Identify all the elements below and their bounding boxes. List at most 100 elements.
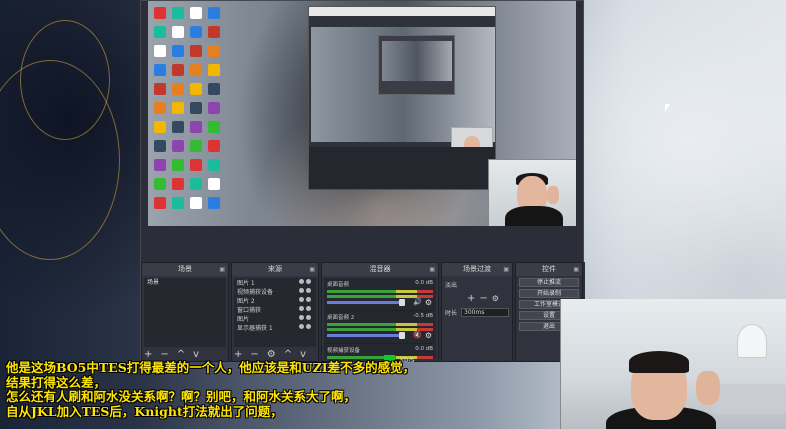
- desktop-app-icon: [208, 102, 220, 114]
- add-icon[interactable]: +: [144, 349, 152, 360]
- speaker-muted-icon[interactable]: 🔇: [413, 331, 422, 339]
- dock-float-icon[interactable]: ▣: [219, 263, 225, 276]
- scene-item[interactable]: 场景: [144, 278, 226, 287]
- lock-icon[interactable]: [306, 279, 311, 284]
- gear-icon[interactable]: ⚙: [425, 331, 432, 340]
- remove-icon[interactable]: −: [479, 293, 487, 304]
- transition-type[interactable]: 淡出: [445, 280, 509, 289]
- source-item[interactable]: 窗口捕获: [234, 305, 316, 314]
- desktop-app-icon: [154, 7, 166, 19]
- dock-float-icon[interactable]: ▣: [429, 263, 435, 276]
- nested-preview-2: [382, 41, 452, 81]
- dock-float-icon[interactable]: ▣: [503, 263, 509, 276]
- speaker-icon[interactable]: 🔊: [413, 298, 422, 306]
- desktop-app-icon: [208, 197, 220, 209]
- down-icon[interactable]: v: [300, 349, 306, 360]
- volume-meter: [327, 356, 433, 359]
- subtitle-line: 怎么还有人刷和阿水没关系啊？啊？别吧，和阿水关系大了啊，: [6, 389, 357, 404]
- desktop-app-icon: [172, 102, 184, 114]
- remove-icon[interactable]: −: [250, 349, 258, 360]
- eye-lock-icons[interactable]: [299, 324, 313, 330]
- subtitles: 他是这场BO5中TES打得最差的一个人，他应该是和UZI差不多的感觉， 结果打得…: [6, 360, 566, 419]
- sources-title: 来源: [268, 265, 282, 273]
- channel-db: 0.0 dB: [415, 280, 433, 286]
- desktop-app-icon: [190, 26, 202, 38]
- eye-lock-icons[interactable]: [299, 297, 313, 303]
- mixer-dock: 混音器 ▣ 桌面音频 0.0 dB 🔊 ⚙ 桌面音频 2 -0.5 dB 🔇 ⚙…: [321, 262, 439, 362]
- up-icon[interactable]: ^: [284, 349, 292, 360]
- lock-icon[interactable]: [306, 315, 311, 320]
- duration-label: 时长: [445, 310, 458, 317]
- lock-icon[interactable]: [306, 306, 311, 311]
- eye-lock-icons[interactable]: [299, 306, 313, 312]
- source-item[interactable]: 图片 2: [234, 296, 316, 305]
- stop-streaming-button[interactable]: 停止推流: [519, 278, 579, 287]
- dock-float-icon[interactable]: ▣: [573, 263, 579, 276]
- mixer-title: 混音器: [369, 265, 391, 273]
- duration-row: 时长 300ms: [445, 308, 509, 317]
- mixer-channel: 桌面音频 0.0 dB 🔊 ⚙: [324, 278, 436, 311]
- desktop-app-icon: [190, 102, 202, 114]
- source-label: 图片 1: [237, 280, 255, 287]
- nested-obs-window: [308, 6, 496, 190]
- eye-lock-icons[interactable]: [299, 288, 313, 294]
- nested-preview: [311, 27, 495, 159]
- eye-icon[interactable]: [299, 279, 304, 284]
- scenes-list: 场景: [144, 278, 226, 347]
- desktop-app-icon: [190, 178, 202, 190]
- mouse-cursor: [665, 104, 670, 112]
- dock-float-icon[interactable]: ▣: [309, 263, 315, 276]
- volume-slider[interactable]: [327, 332, 406, 339]
- desktop-app-icon: [190, 83, 202, 95]
- add-icon[interactable]: +: [467, 293, 475, 304]
- eye-icon[interactable]: [299, 315, 304, 320]
- duration-input[interactable]: 300ms: [461, 308, 509, 317]
- subtitle-line: 他是这场BO5中TES打得最差的一个人，他应该是和UZI差不多的感觉，: [6, 360, 416, 375]
- lock-icon[interactable]: [306, 288, 311, 293]
- sources-dock: 来源 ▣ 图片 1 视频捕获设备 图片 2 窗口捕获 图片 显示器捕获 1 + − ⚙…: [231, 262, 319, 362]
- eye-icon[interactable]: [299, 306, 304, 311]
- eye-lock-icons[interactable]: [299, 315, 313, 321]
- desktop-app-icon: [190, 159, 202, 171]
- obs-docks: 场景 ▣ 场景 + − ^ v 来源 ▣ 图片 1 视频捕获设备 图片 2 窗口捕获 图片…: [141, 262, 585, 362]
- desktop-app-icon: [208, 159, 220, 171]
- source-item[interactable]: 图片 1: [234, 278, 316, 287]
- obs-preview[interactable]: [148, 1, 576, 226]
- start-recording-button[interactable]: 开始录制: [519, 289, 579, 298]
- eye-icon[interactable]: [299, 297, 304, 302]
- sources-toolbar: + − ⚙ ^ v: [234, 348, 306, 360]
- lock-icon[interactable]: [306, 297, 311, 302]
- desktop-app-icon: [154, 64, 166, 76]
- desktop-app-icon: [172, 178, 184, 190]
- lock-icon[interactable]: [306, 324, 311, 329]
- eye-icon[interactable]: [299, 288, 304, 293]
- desktop-app-icon: [172, 159, 184, 171]
- volume-slider[interactable]: [327, 299, 406, 306]
- gear-icon[interactable]: ⚙: [492, 294, 499, 303]
- screen: 场景 ▣ 场景 + − ^ v 来源 ▣ 图片 1 视频捕获设备 图片 2 窗口捕获 图片…: [0, 0, 786, 429]
- up-icon[interactable]: ^: [177, 349, 185, 360]
- volume-meter: [327, 323, 433, 326]
- nested-titlebar: [309, 7, 495, 16]
- gear-icon[interactable]: ⚙: [425, 298, 432, 307]
- desktop-app-icon: [172, 7, 184, 19]
- transition-buttons: + − ⚙: [445, 293, 509, 304]
- eye-lock-icons[interactable]: [299, 279, 313, 285]
- down-icon[interactable]: v: [193, 349, 199, 360]
- channel-name: 视频捕获设备: [327, 348, 361, 354]
- desktop-app-icon: [208, 45, 220, 57]
- gear-icon[interactable]: ⚙: [267, 349, 276, 360]
- subtitle-line: 自从JKL加入TES后，Knight打法就出了问题，: [6, 403, 283, 419]
- source-item[interactable]: 显示器捕获 1: [234, 323, 316, 332]
- mixer-channel: 桌面音频 2 -0.5 dB 🔇 ⚙: [324, 311, 436, 344]
- source-item[interactable]: 图片: [234, 314, 316, 323]
- transitions-dock-header: 场景过渡 ▣: [442, 263, 512, 276]
- eye-icon[interactable]: [299, 324, 304, 329]
- add-icon[interactable]: +: [234, 349, 242, 360]
- desktop-app-icon: [154, 121, 166, 133]
- desktop-app-icon: [190, 7, 202, 19]
- source-item[interactable]: 视频捕获设备: [234, 287, 316, 296]
- desktop-app-icon: [208, 83, 220, 95]
- remove-icon[interactable]: −: [160, 349, 168, 360]
- streamer-body: [505, 206, 563, 226]
